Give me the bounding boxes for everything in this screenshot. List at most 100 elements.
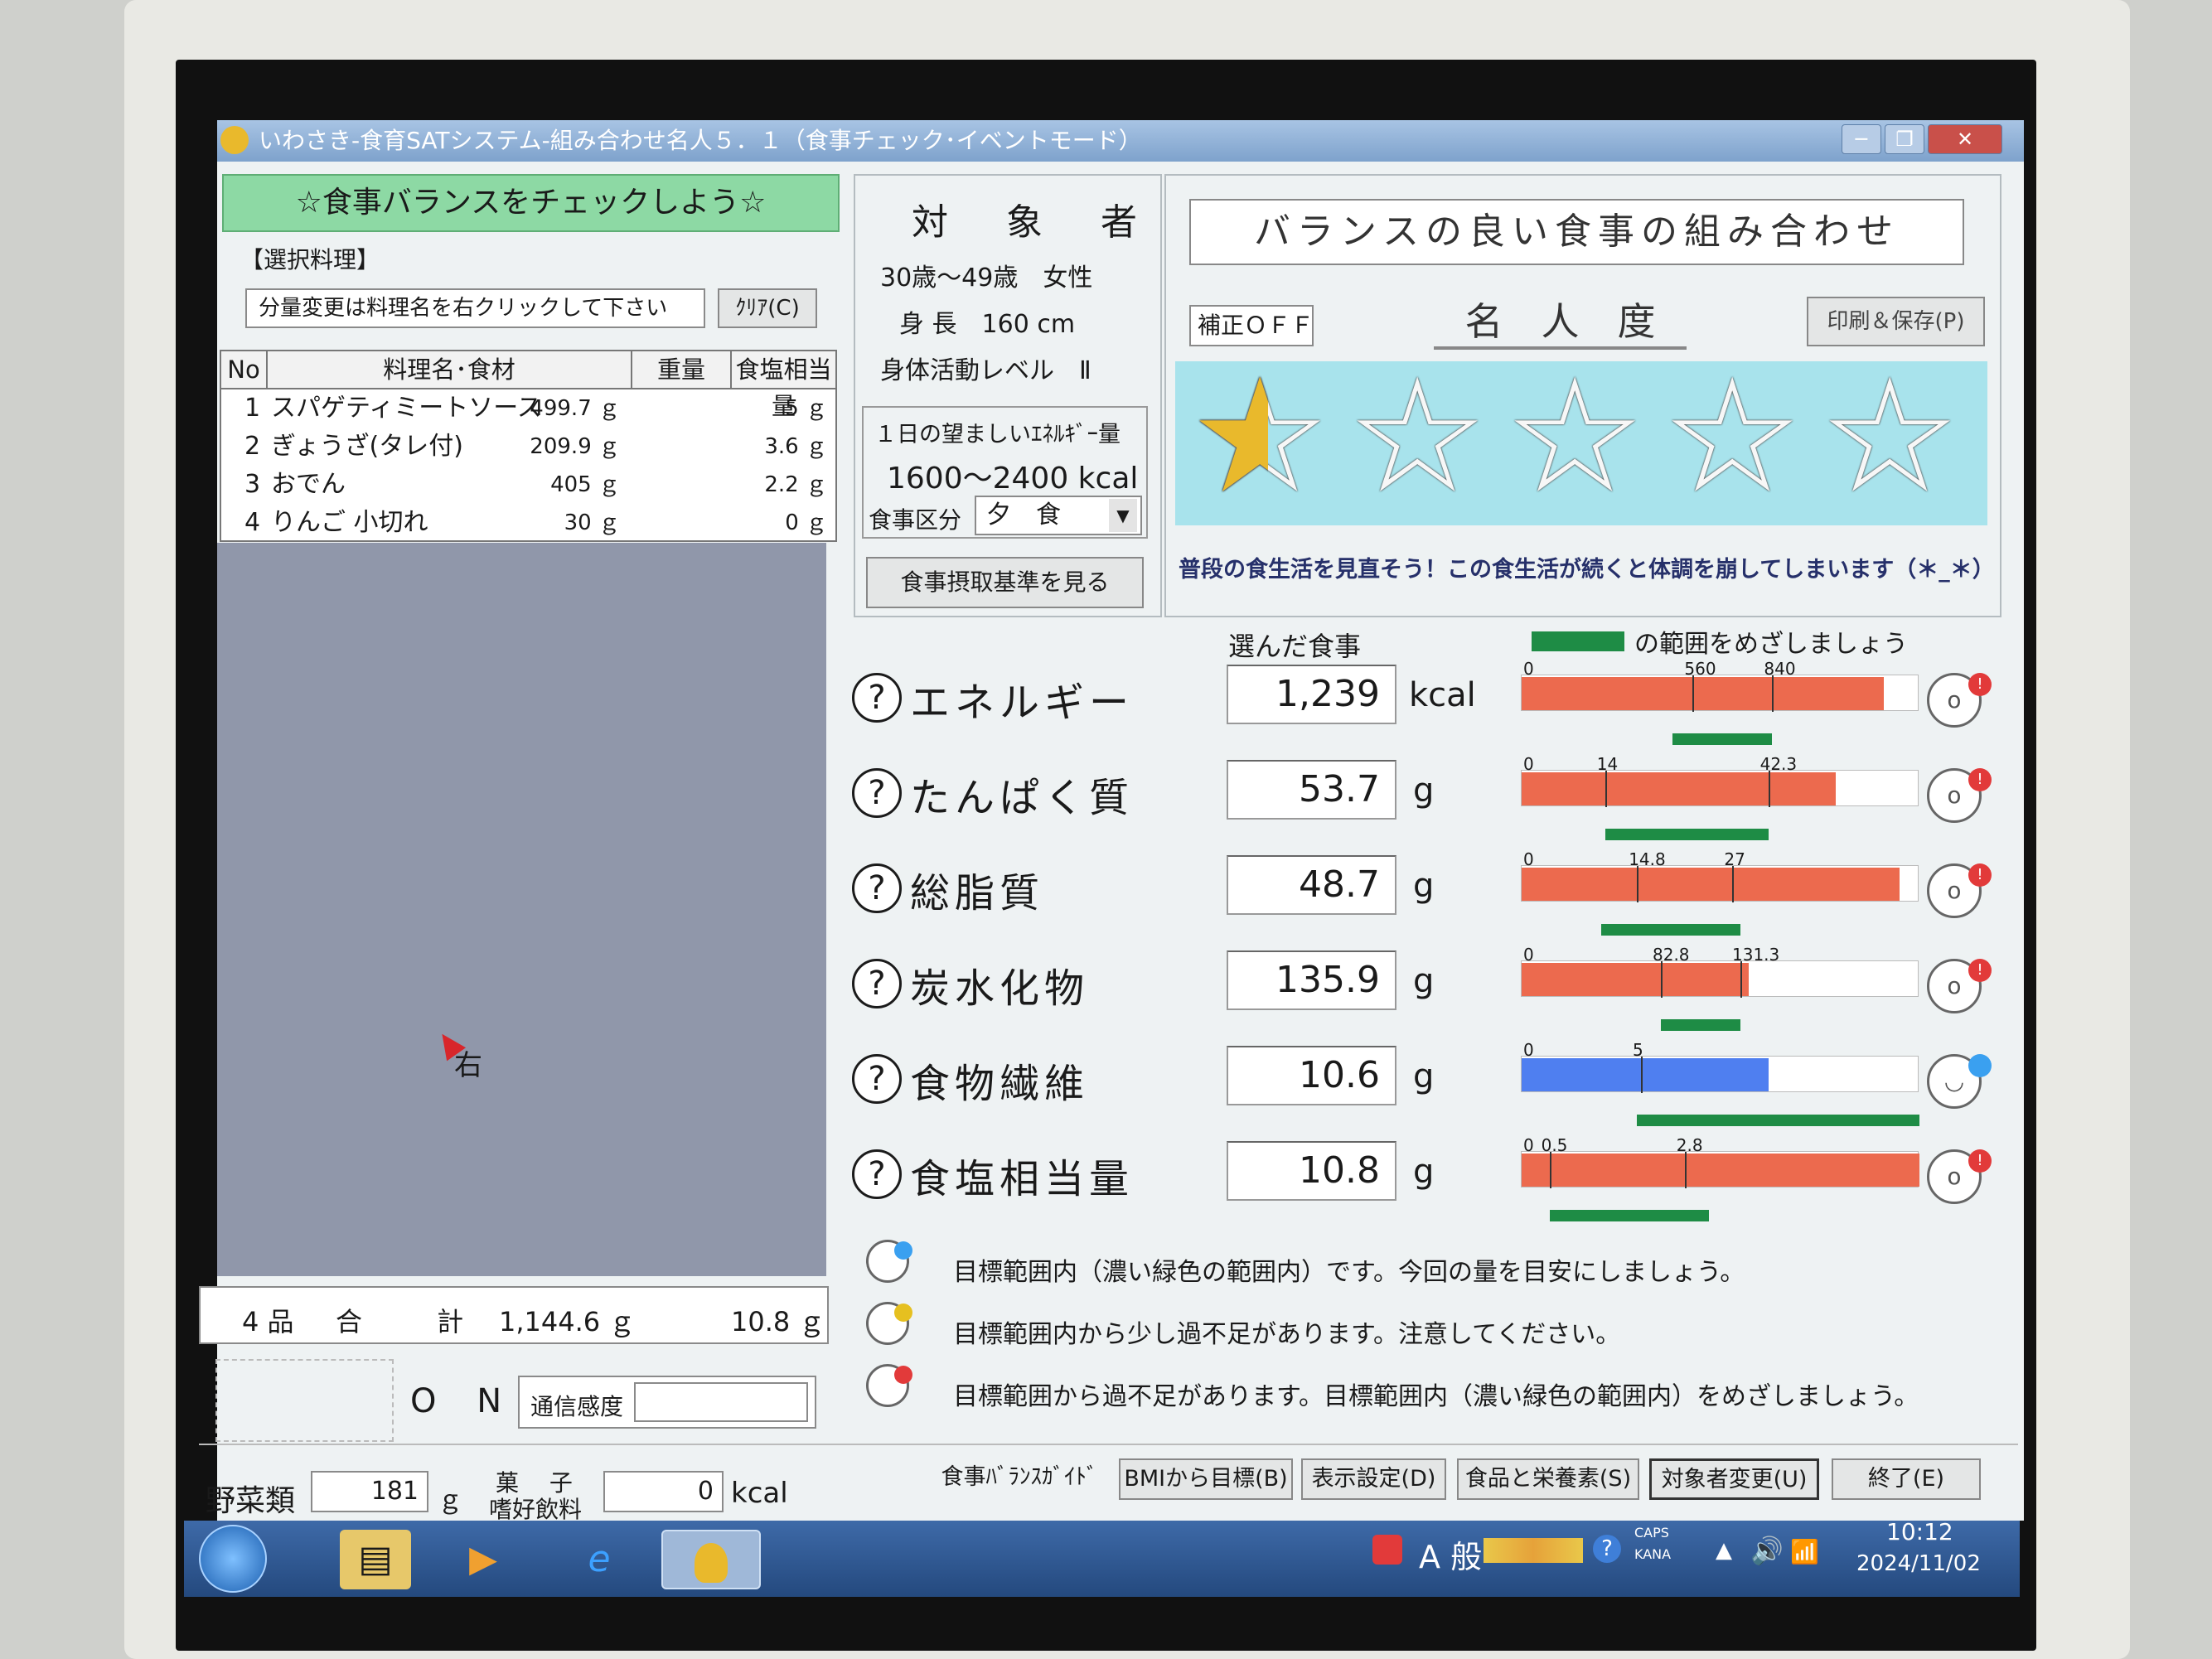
row-no: 3 (244, 466, 260, 504)
volume-icon[interactable]: 🔊 (1750, 1535, 1784, 1566)
tick-label: 14 (1597, 754, 1618, 774)
nutrient-row: ?炭水化物135.9g082.8131.3o! (845, 941, 2022, 1032)
network-icon[interactable]: 📶 (1790, 1538, 1819, 1565)
star-half-icon: ★☆ (1189, 358, 1330, 515)
tick-label: 0.5 (1542, 1135, 1568, 1155)
bar-tick (1692, 675, 1694, 712)
bmi-target-button[interactable]: BMIから目標(B) (1119, 1458, 1293, 1500)
nutrient-bar-track: 00.52.8 (1521, 1151, 1919, 1187)
table-row[interactable]: 4りんご 小切れ30 ｇ0 ｇ (221, 504, 835, 542)
rating-message: 普段の食生活を見直そう！この食生活が続くと体調を崩してしまいます（＊_＊） (1179, 551, 1995, 583)
row-weight: 499.7 ｇ (530, 389, 620, 428)
col-no: No (221, 351, 268, 389)
nutrient-unit: g (1413, 1057, 1434, 1096)
row-salt: 0 ｇ (785, 504, 827, 542)
table-row[interactable]: 3おでん405 ｇ2.2 ｇ (221, 466, 835, 504)
row-name: スパゲティミートソース (271, 389, 542, 428)
nutrient-bar-track: 082.8131.3 (1521, 960, 1919, 997)
nutrient-name: たんぱく質 (910, 765, 1134, 823)
maximize-button[interactable]: ❐ (1885, 124, 1924, 154)
row-salt: 2.2 ｇ (764, 466, 827, 504)
help-icon[interactable]: ? (852, 863, 902, 913)
correction-toggle[interactable]: 補正ＯＦＦ (1189, 305, 1314, 346)
nutrient-unit: g (1413, 962, 1434, 1000)
help-icon[interactable]: ? (852, 1054, 902, 1104)
nutrient-value: 10.8 (1227, 1141, 1396, 1201)
nutrient-bar-fill (1522, 868, 1900, 901)
bar-tick (1641, 1057, 1643, 1093)
bar-tick (1772, 675, 1774, 712)
comm-sensitivity-input[interactable] (634, 1382, 808, 1422)
status-dot-icon (894, 1304, 912, 1322)
star-empty-icon: ☆ (1504, 358, 1645, 515)
exit-button[interactable]: 終了(E) (1832, 1458, 1981, 1500)
window-titlebar[interactable]: いわさき-食育SATシステム-組み合わせ名人５．１（食事チェック･イベントモード… (217, 120, 2024, 162)
help-icon[interactable]: ? (852, 959, 902, 1008)
target-age: 30歳～49歳 女性 (880, 257, 1092, 293)
food-nutrients-button[interactable]: 食品と栄養素(S) (1457, 1458, 1639, 1500)
help-icon[interactable]: ? (1593, 1535, 1621, 1563)
tick-label: 840 (1764, 659, 1795, 679)
change-target-button[interactable]: 対象者変更(U) (1649, 1458, 1819, 1500)
sat-app-taskbar-icon[interactable] (661, 1530, 761, 1589)
tick-label: 560 (1684, 659, 1716, 679)
target-height: 身 長 160 cm (899, 303, 1075, 340)
media-player-icon[interactable]: ▶ (448, 1530, 519, 1589)
selected-dishes-label: 【選択料理】 (240, 242, 380, 275)
legend-text: 目標範囲内（濃い緑色の範囲内）です。今回の量を目安にしましょう。 (953, 1251, 1745, 1288)
nutrient-name: 食物繊維 (910, 1051, 1089, 1109)
clock-time[interactable]: 10:12 (1886, 1518, 1953, 1545)
sweets-value: 0 (603, 1471, 724, 1512)
nutrient-unit: g (1413, 771, 1434, 810)
help-icon[interactable]: ? (852, 673, 902, 723)
nutrient-bar-fill (1522, 963, 1749, 996)
print-save-button[interactable]: 印刷＆保存(P) (1807, 297, 1985, 346)
beverages-label: 嗜好飲料 (489, 1492, 582, 1525)
nutrient-bar-fill (1522, 1154, 1919, 1187)
legend-text: 目標範囲から過不足があります。目標範囲内（濃い緑色の範囲内）をめざしましょう。 (953, 1376, 1919, 1412)
explorer-icon[interactable]: ▤ (340, 1530, 411, 1589)
status-badge-icon: ! (1968, 768, 1992, 791)
sat-logo-icon (695, 1543, 728, 1583)
total-salt: 10.8 ｇ (731, 1301, 825, 1339)
target-range-bar (1637, 1115, 1919, 1126)
meal-select[interactable]: 夕 食▼ (975, 496, 1142, 535)
intake-standard-button[interactable]: 食事摂取基準を見る (866, 557, 1144, 608)
tray-app-icon[interactable] (1372, 1535, 1402, 1565)
star-empty-icon: ☆ (1347, 358, 1488, 515)
show-hidden-icons-icon[interactable]: ▲ (1716, 1538, 1732, 1563)
minimize-button[interactable]: ─ (1842, 124, 1881, 154)
ime-indicator[interactable]: A 般 (1419, 1531, 1482, 1577)
nutrient-row: ?食塩相当量10.8g00.52.8o! (845, 1131, 2022, 1222)
nutrient-value: 53.7 (1227, 760, 1396, 820)
cursor-label: 右 (454, 1042, 482, 1083)
display-settings-button[interactable]: 表示設定(D) (1301, 1458, 1446, 1500)
nutrient-bar-fill (1522, 677, 1884, 710)
row-weight: 405 ｇ (550, 466, 620, 504)
meal-label: 食事区分 (869, 502, 961, 535)
help-icon[interactable]: ? (852, 1149, 902, 1199)
dish-list-empty-area[interactable] (217, 543, 826, 1276)
meal-balance-guide-button[interactable]: 食事ﾊﾞﾗﾝｽｶﾞｲﾄﾞ (937, 1458, 1102, 1500)
row-salt: 3.6 ｇ (764, 428, 827, 466)
internet-explorer-icon[interactable]: e (564, 1530, 635, 1589)
status-badge-icon: ! (1968, 863, 1992, 887)
help-icon[interactable]: ? (852, 768, 902, 818)
status-badge-icon: ! (1968, 673, 1992, 696)
clock-date[interactable]: 2024/11/02 (1856, 1551, 1981, 1576)
target-range-bar (1661, 1019, 1740, 1031)
clear-button[interactable]: ｸﾘｱ(C) (718, 288, 817, 328)
start-button[interactable] (199, 1525, 267, 1593)
ime-toolbar-icon[interactable] (1484, 1538, 1583, 1563)
close-button[interactable]: ✕ (1928, 124, 2002, 154)
total-label: 合 計 (336, 1301, 496, 1339)
total-weight: 1,144.6 ｇ (499, 1301, 635, 1339)
row-weight: 30 ｇ (564, 504, 620, 542)
table-row[interactable]: 2ぎょうざ(タレ付)209.9 ｇ3.6 ｇ (221, 428, 835, 466)
table-row[interactable]: 1スパゲティミートソース499.7 ｇ5 ｇ (221, 389, 835, 428)
bar-tick (1661, 961, 1663, 998)
total-items: 4 品 (242, 1301, 294, 1339)
nutrient-bar-fill (1522, 772, 1836, 805)
status-dot-icon (894, 1241, 912, 1260)
nutrient-value: 48.7 (1227, 855, 1396, 915)
